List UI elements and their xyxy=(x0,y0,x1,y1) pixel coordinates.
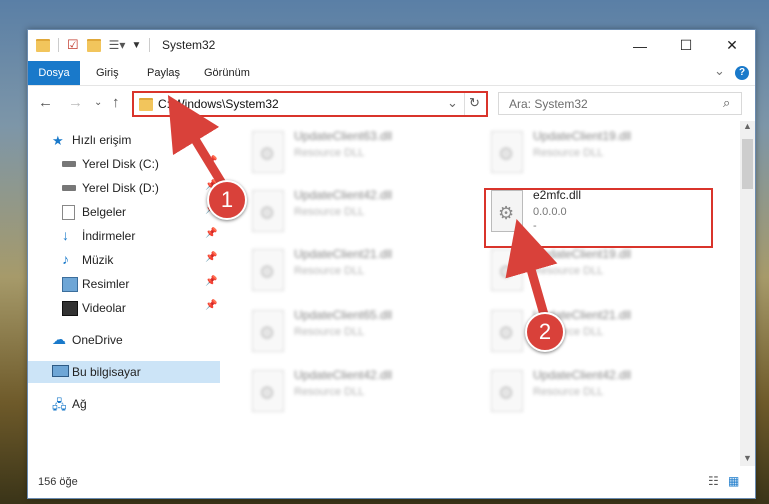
tab-file[interactable]: Dosya xyxy=(28,61,80,85)
sidebar-item-local-disk-d[interactable]: Yerel Disk (D:) 📌 xyxy=(28,177,220,199)
minimize-button[interactable]: — xyxy=(617,30,663,61)
file-item[interactable]: ⚙ UpdateClient63.dll Resource DLL xyxy=(248,125,468,177)
forward-arrow-icon[interactable]: → xyxy=(68,94,83,111)
file-item[interactable]: ⚙ UpdateClient21.dll Resource DLL xyxy=(487,304,707,356)
quick-access-toolbar: ☑ ☰▾ ▼ xyxy=(36,36,151,54)
address-bar[interactable]: C:\Windows\System32 ⌄ ↻ xyxy=(132,91,488,117)
ribbon: Dosya Giriş Paylaş Görünüm ⌄ ? xyxy=(28,61,755,86)
dll-file-icon: ⚙ xyxy=(252,310,284,352)
dll-file-icon: ⚙ xyxy=(491,310,523,352)
dll-file-icon: ⚙ xyxy=(252,190,284,232)
file-item[interactable]: ⚙ UpdateClient19.dll Resource DLL xyxy=(487,243,707,295)
file-item[interactable]: ⚙ UpdateClient65.dll Resource DLL xyxy=(248,304,468,356)
folder-icon xyxy=(139,98,153,111)
dll-file-icon: ⚙ xyxy=(491,131,523,173)
sidebar-item-documents[interactable]: Belgeler 📌 xyxy=(28,201,220,223)
highlight-box-file xyxy=(484,188,713,248)
sidebar-item-network[interactable]: 🖧 Ağ xyxy=(28,393,220,415)
address-path: C:\Windows\System32 xyxy=(158,97,279,111)
customize-icon[interactable]: ☰▾ xyxy=(109,38,126,52)
tab-home[interactable]: Giriş xyxy=(96,61,119,85)
maximize-button[interactable]: ☐ xyxy=(663,30,709,61)
pin-icon[interactable]: 📌 xyxy=(205,276,217,287)
navigation-pane: ★ Hızlı erişim Yerel Disk (C:) 📌 Yerel D… xyxy=(28,121,220,466)
pin-icon[interactable]: 📌 xyxy=(205,228,217,239)
pin-icon[interactable]: 📌 xyxy=(205,252,217,263)
new-folder-icon[interactable] xyxy=(86,38,101,52)
dropdown-arrow-icon[interactable]: ▼ xyxy=(131,40,141,51)
dll-file-icon: ⚙ xyxy=(252,131,284,173)
details-view-icon[interactable]: ☷ xyxy=(708,474,719,488)
dll-file-icon: ⚙ xyxy=(491,370,523,412)
explorer-window: ☑ ☰▾ ▼ System32 — ☐ ✕ Dosya Giriş Paylaş… xyxy=(27,29,756,499)
dll-file-icon: ⚙ xyxy=(252,249,284,291)
sidebar-item-downloads[interactable]: ↓ İndirmeler 📌 xyxy=(28,225,220,247)
address-row: ← → ⌄ ↑ C:\Windows\System32 ⌄ ↻ Ara: Sys… xyxy=(28,86,755,120)
search-icon[interactable]: ⌕ xyxy=(723,95,730,111)
network-icon: 🖧 xyxy=(52,397,67,412)
ribbon-collapse-icon[interactable]: ⌄ xyxy=(714,63,725,79)
drive-icon xyxy=(62,161,76,167)
help-icon[interactable]: ? xyxy=(735,66,749,80)
title-bar: ☑ ☰▾ ▼ System32 — ☐ ✕ xyxy=(28,30,755,61)
sidebar-item-onedrive[interactable]: ☁ OneDrive xyxy=(28,329,220,351)
pictures-icon xyxy=(62,277,78,292)
search-placeholder: Ara: System32 xyxy=(509,97,588,111)
step-marker-1: 1 xyxy=(207,180,247,220)
pin-icon[interactable]: 📌 xyxy=(205,300,217,311)
file-item[interactable]: ⚙ UpdateClient19.dll Resource DLL xyxy=(487,125,707,177)
documents-icon xyxy=(62,205,75,220)
dll-file-icon: ⚙ xyxy=(252,370,284,412)
pin-icon[interactable]: 📌 xyxy=(205,156,217,167)
scroll-down-icon[interactable]: ▼ xyxy=(743,453,752,463)
window-title: System32 xyxy=(162,38,216,52)
file-item[interactable]: ⚙ UpdateClient42.dll Resource DLL xyxy=(248,184,468,236)
sidebar-item-local-disk-c[interactable]: Yerel Disk (C:) 📌 xyxy=(28,153,220,175)
star-icon: ★ xyxy=(52,133,64,148)
large-icons-view-icon[interactable]: ▦ xyxy=(728,474,739,488)
sidebar-item-pictures[interactable]: Resimler 📌 xyxy=(28,273,220,295)
scroll-up-icon[interactable]: ▲ xyxy=(743,121,752,131)
back-arrow-icon[interactable]: ← xyxy=(38,94,53,111)
sidebar-item-music[interactable]: ♪ Müzik 📌 xyxy=(28,249,220,271)
file-list: ⚙ UpdateClient63.dll Resource DLL ⚙ Upda… xyxy=(220,121,740,466)
scroll-thumb[interactable] xyxy=(742,139,753,189)
folder-icon xyxy=(36,38,50,52)
music-icon: ♪ xyxy=(62,251,69,267)
video-icon xyxy=(62,301,78,316)
refresh-icon[interactable]: ↻ xyxy=(469,95,480,111)
sidebar-item-videos[interactable]: Videolar 📌 xyxy=(28,297,220,319)
sidebar-item-quick-access[interactable]: ★ Hızlı erişim xyxy=(28,129,220,151)
item-count: 156 öğe xyxy=(38,476,78,488)
vertical-scrollbar[interactable]: ▲ ▼ xyxy=(740,121,755,466)
up-arrow-icon[interactable]: ↑ xyxy=(112,94,120,111)
file-item[interactable]: ⚙ UpdateClient42.dll Resource DLL xyxy=(487,364,707,416)
search-input[interactable]: Ara: System32 ⌕ xyxy=(498,92,742,115)
file-item[interactable]: ⚙ UpdateClient42.dll Resource DLL xyxy=(248,364,468,416)
file-item[interactable]: ⚙ UpdateClient21.dll Resource DLL xyxy=(248,243,468,295)
dll-file-icon: ⚙ xyxy=(491,249,523,291)
address-dropdown-icon[interactable]: ⌄ xyxy=(447,95,458,111)
cloud-icon: ☁ xyxy=(52,331,66,347)
drive-icon xyxy=(62,185,76,191)
close-button[interactable]: ✕ xyxy=(709,30,755,61)
tab-view[interactable]: Görünüm xyxy=(204,61,250,85)
download-icon: ↓ xyxy=(62,227,69,243)
sidebar-item-this-pc[interactable]: Bu bilgisayar xyxy=(28,361,220,383)
computer-icon xyxy=(52,365,69,377)
tab-share[interactable]: Paylaş xyxy=(147,61,180,85)
step-marker-2: 2 xyxy=(525,312,565,352)
recent-dropdown-icon[interactable]: ⌄ xyxy=(94,97,102,108)
status-bar: 156 öğe ☷ ▦ xyxy=(28,466,755,498)
properties-icon[interactable]: ☑ xyxy=(67,37,79,53)
